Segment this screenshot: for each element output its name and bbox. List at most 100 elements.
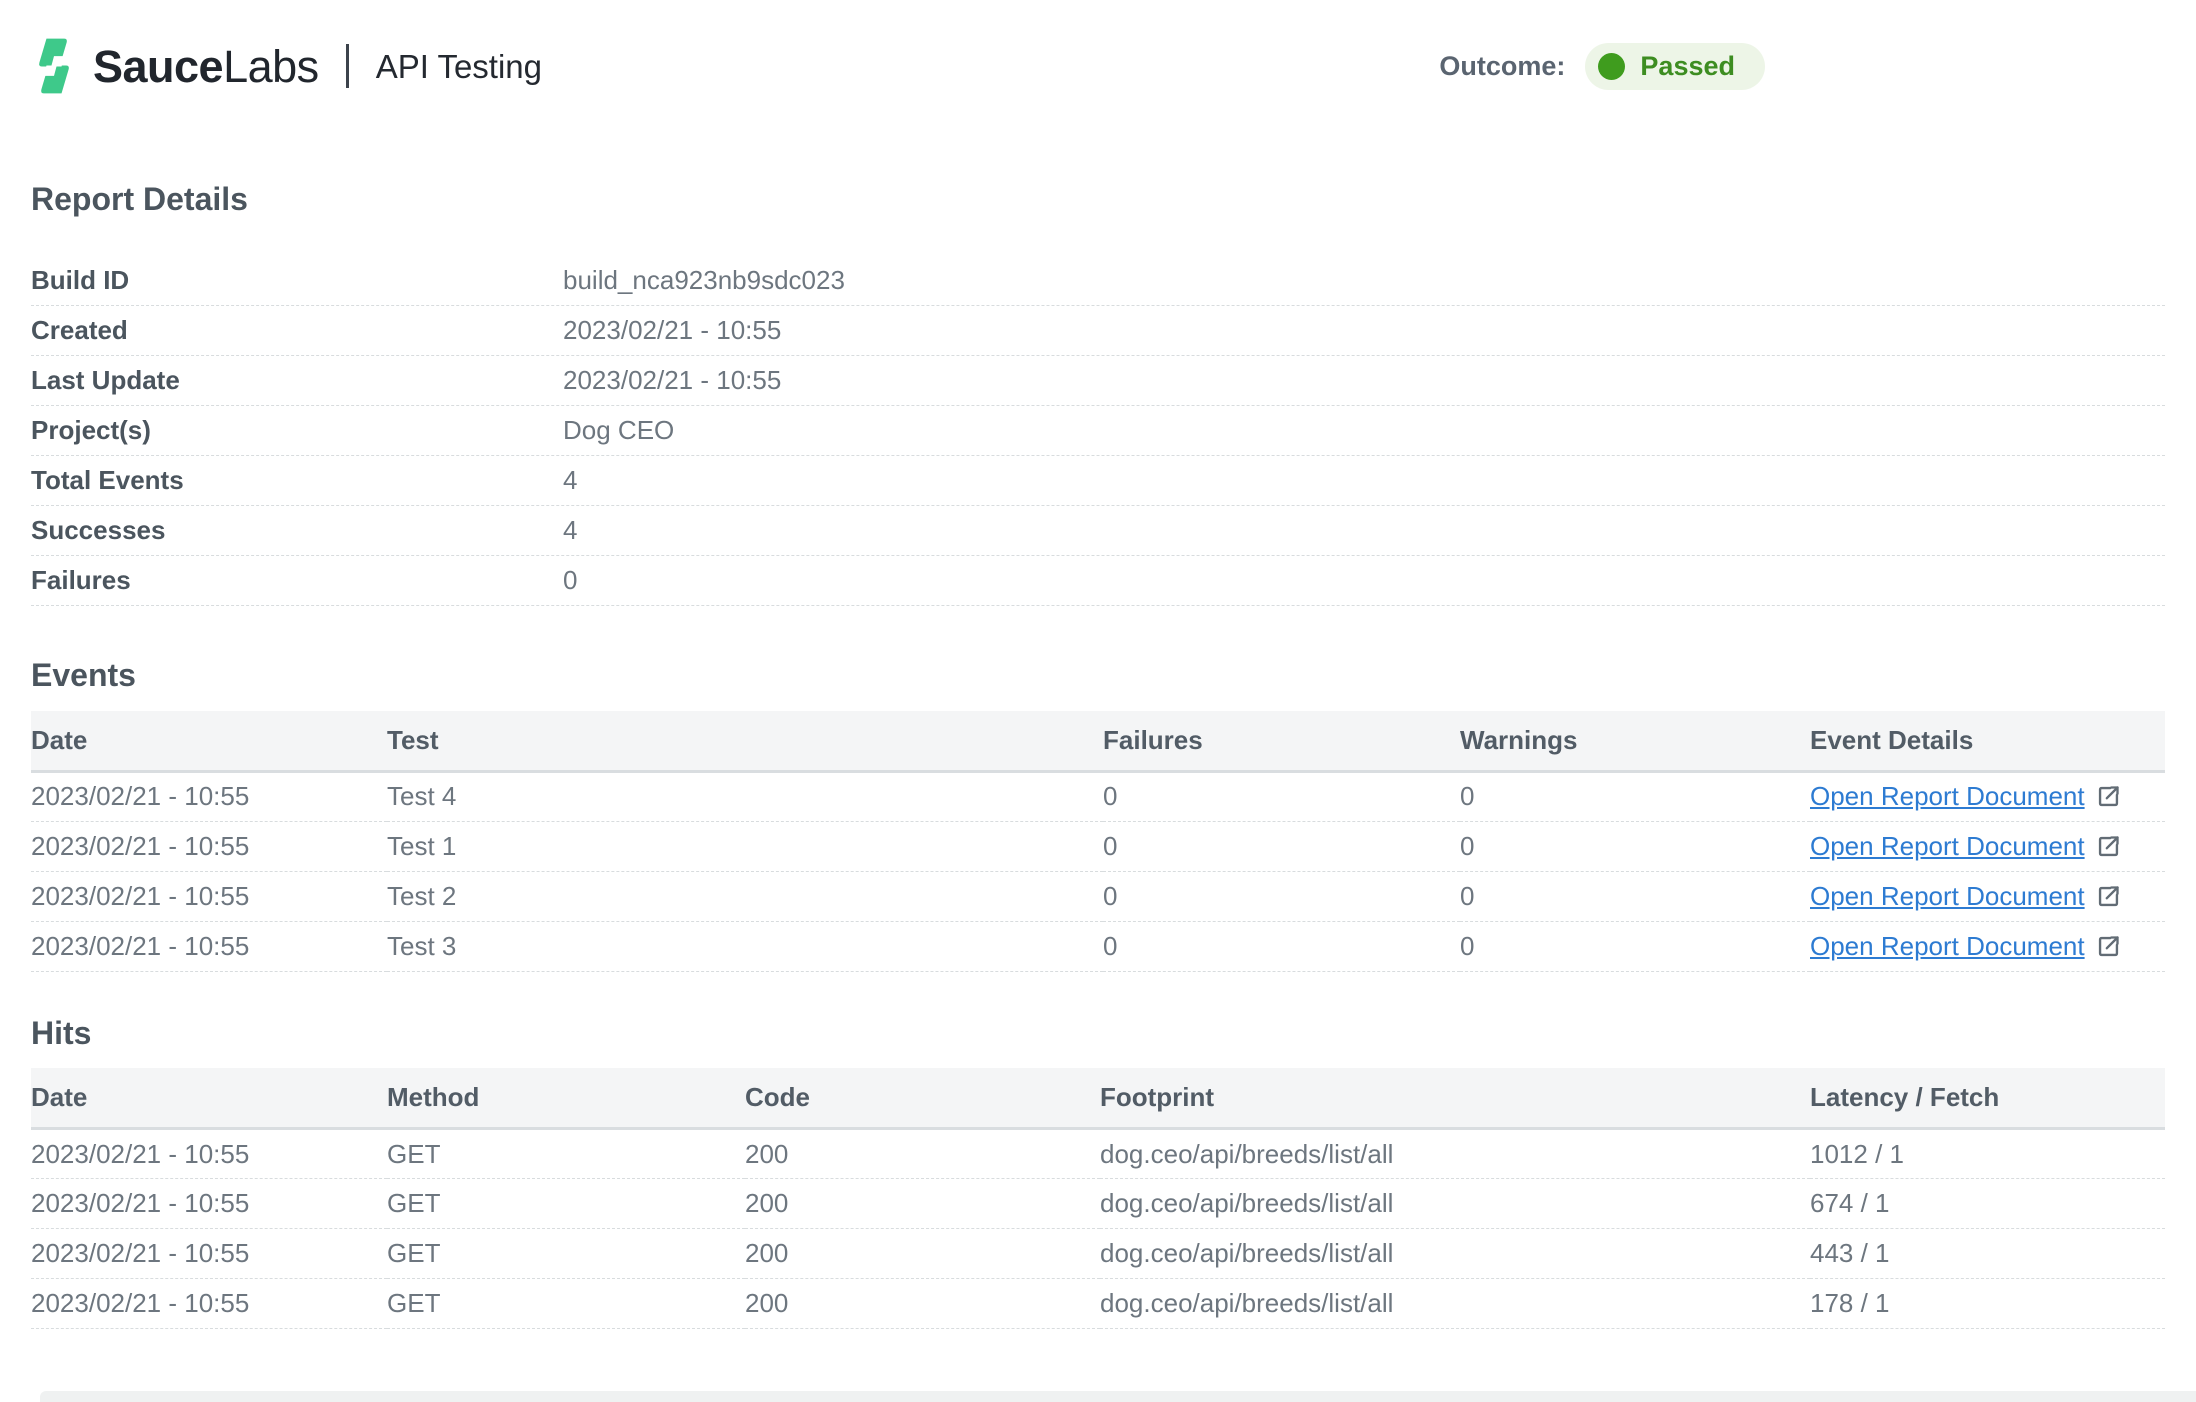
- hit-code-cell: 200: [745, 1229, 1100, 1279]
- open-report-document-link[interactable]: Open Report Document: [1810, 881, 2122, 912]
- events-section: Events Date Test Failures Warnings Event…: [31, 656, 2165, 971]
- hit-latency-fetch-cell: 443 / 1: [1810, 1229, 2165, 1279]
- column-header-date: Date: [31, 1068, 387, 1129]
- detail-label: Failures: [31, 565, 563, 596]
- hit-method-cell: GET: [387, 1279, 745, 1329]
- detail-row: Total Events 4: [31, 456, 2165, 506]
- report-details-title: Report Details: [31, 180, 2165, 218]
- detail-row: Build ID build_nca923nb9sdc023: [31, 256, 2165, 306]
- hit-code-cell: 200: [745, 1129, 1100, 1179]
- event-date-cell: 2023/02/21 - 10:55: [31, 771, 387, 821]
- detail-row: Created 2023/02/21 - 10:55: [31, 306, 2165, 356]
- column-header-failures: Failures: [1103, 711, 1460, 772]
- event-failures-cell: 0: [1103, 771, 1460, 821]
- external-link-icon: [2095, 883, 2122, 910]
- hit-latency-fetch-cell: 674 / 1: [1810, 1179, 2165, 1229]
- column-header-latency-fetch: Latency / Fetch: [1810, 1068, 2165, 1129]
- brand-divider: [346, 44, 349, 88]
- brand: SauceLabs API Testing: [31, 36, 542, 96]
- detail-value: 4: [563, 515, 577, 546]
- events-header-row: Date Test Failures Warnings Event Detail…: [31, 711, 2165, 772]
- outcome-badge-label: Passed: [1640, 51, 1735, 82]
- event-warnings-cell: 0: [1460, 821, 1810, 871]
- event-details-cell: Open Report Document: [1810, 921, 2165, 971]
- detail-row: Successes 4: [31, 506, 2165, 556]
- outcome-badge: Passed: [1585, 43, 1765, 90]
- hit-footprint-cell: dog.ceo/api/breeds/list/all: [1100, 1279, 1810, 1329]
- column-header-test: Test: [387, 711, 1103, 772]
- hit-row: 2023/02/21 - 10:55 GET 200 dog.ceo/api/b…: [31, 1279, 2165, 1329]
- event-test-cell: Test 2: [387, 871, 1103, 921]
- detail-label: Created: [31, 315, 563, 346]
- events-title: Events: [31, 656, 2165, 694]
- hit-latency-fetch-cell: 1012 / 1: [1810, 1129, 2165, 1179]
- event-warnings-cell: 0: [1460, 871, 1810, 921]
- hit-latency-fetch-cell: 178 / 1: [1810, 1279, 2165, 1329]
- hit-code-cell: 200: [745, 1179, 1100, 1229]
- hit-date-cell: 2023/02/21 - 10:55: [31, 1279, 387, 1329]
- open-report-document-label: Open Report Document: [1810, 881, 2085, 912]
- detail-value: 2023/02/21 - 10:55: [563, 365, 781, 396]
- hit-date-cell: 2023/02/21 - 10:55: [31, 1179, 387, 1229]
- passed-dot-icon: [1598, 53, 1625, 80]
- hit-footprint-cell: dog.ceo/api/breeds/list/all: [1100, 1129, 1810, 1179]
- event-row: 2023/02/21 - 10:55 Test 3 0 0 Open Repor…: [31, 921, 2165, 971]
- hits-section: Hits Date Method Code Footprint Latency …: [31, 1014, 2165, 1329]
- product-name: API Testing: [376, 50, 542, 83]
- hit-method-cell: GET: [387, 1229, 745, 1279]
- report-page: Report Details Build ID build_nca923nb9s…: [0, 180, 2196, 1329]
- brand-name: SauceLabs: [93, 44, 319, 89]
- detail-row: Last Update 2023/02/21 - 10:55: [31, 356, 2165, 406]
- detail-value: Dog CEO: [563, 415, 674, 446]
- event-row: 2023/02/21 - 10:55 Test 2 0 0 Open Repor…: [31, 871, 2165, 921]
- open-report-document-link[interactable]: Open Report Document: [1810, 931, 2122, 962]
- hit-row: 2023/02/21 - 10:55 GET 200 dog.ceo/api/b…: [31, 1229, 2165, 1279]
- topbar: SauceLabs API Testing Outcome: Passed: [31, 34, 2165, 98]
- detail-value: 2023/02/21 - 10:55: [563, 315, 781, 346]
- open-report-document-link[interactable]: Open Report Document: [1810, 831, 2122, 862]
- detail-label: Successes: [31, 515, 563, 546]
- detail-row: Failures 0: [31, 556, 2165, 606]
- detail-value: 4: [563, 465, 577, 496]
- hit-row: 2023/02/21 - 10:55 GET 200 dog.ceo/api/b…: [31, 1179, 2165, 1229]
- event-test-cell: Test 4: [387, 771, 1103, 821]
- event-details-cell: Open Report Document: [1810, 821, 2165, 871]
- detail-value: build_nca923nb9sdc023: [563, 265, 845, 296]
- event-failures-cell: 0: [1103, 821, 1460, 871]
- event-row: 2023/02/21 - 10:55 Test 1 0 0 Open Repor…: [31, 821, 2165, 871]
- event-date-cell: 2023/02/21 - 10:55: [31, 921, 387, 971]
- saucelabs-logo-icon: [31, 36, 77, 96]
- hit-row: 2023/02/21 - 10:55 GET 200 dog.ceo/api/b…: [31, 1129, 2165, 1179]
- open-report-document-label: Open Report Document: [1810, 781, 2085, 812]
- hits-table: Date Method Code Footprint Latency / Fet…: [31, 1068, 2165, 1329]
- detail-label: Last Update: [31, 365, 563, 396]
- event-failures-cell: 0: [1103, 921, 1460, 971]
- brand-name-labs: Labs: [223, 41, 319, 92]
- event-warnings-cell: 0: [1460, 921, 1810, 971]
- detail-row: Project(s) Dog CEO: [31, 406, 2165, 456]
- event-test-cell: Test 1: [387, 821, 1103, 871]
- open-report-document-label: Open Report Document: [1810, 931, 2085, 962]
- page-bottom-edge: [40, 1391, 2196, 1402]
- event-warnings-cell: 0: [1460, 771, 1810, 821]
- hits-title: Hits: [31, 1014, 2165, 1052]
- column-header-method: Method: [387, 1068, 745, 1129]
- event-failures-cell: 0: [1103, 871, 1460, 921]
- detail-label: Build ID: [31, 265, 563, 296]
- detail-value: 0: [563, 565, 577, 596]
- open-report-document-label: Open Report Document: [1810, 831, 2085, 862]
- detail-label: Total Events: [31, 465, 563, 496]
- detail-label: Project(s): [31, 415, 563, 446]
- hits-header-row: Date Method Code Footprint Latency / Fet…: [31, 1068, 2165, 1129]
- open-report-document-link[interactable]: Open Report Document: [1810, 781, 2122, 812]
- event-details-cell: Open Report Document: [1810, 771, 2165, 821]
- external-link-icon: [2095, 833, 2122, 860]
- hit-date-cell: 2023/02/21 - 10:55: [31, 1229, 387, 1279]
- hit-code-cell: 200: [745, 1279, 1100, 1329]
- report-details-list: Build ID build_nca923nb9sdc023 Created 2…: [31, 256, 2165, 606]
- outcome-label: Outcome:: [1439, 51, 1565, 82]
- column-header-footprint: Footprint: [1100, 1068, 1810, 1129]
- column-header-warnings: Warnings: [1460, 711, 1810, 772]
- external-link-icon: [2095, 783, 2122, 810]
- external-link-icon: [2095, 933, 2122, 960]
